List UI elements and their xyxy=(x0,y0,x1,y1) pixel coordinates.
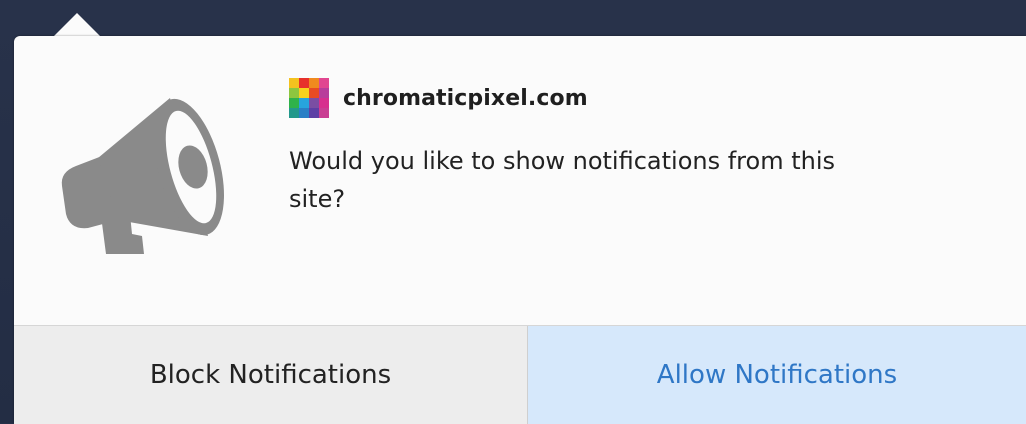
site-identity: chromaticpixel.com xyxy=(289,78,588,118)
site-favicon-icon xyxy=(289,78,329,118)
favicon-tile xyxy=(319,88,329,98)
favicon-tile xyxy=(299,108,309,118)
favicon-tile xyxy=(309,108,319,118)
favicon-tile xyxy=(319,108,329,118)
favicon-tile xyxy=(299,88,309,98)
favicon-tile xyxy=(289,98,299,108)
favicon-tile xyxy=(289,108,299,118)
favicon-tile xyxy=(299,78,309,88)
popup-button-bar: Block Notifications Allow Notifications xyxy=(14,325,1026,424)
favicon-tile xyxy=(309,78,319,88)
favicon-tile xyxy=(319,98,329,108)
site-name: chromaticpixel.com xyxy=(343,85,588,111)
favicon-tile xyxy=(309,88,319,98)
favicon-tile xyxy=(289,88,299,98)
favicon-tile xyxy=(319,78,329,88)
megaphone-icon xyxy=(61,98,224,254)
popup-anchor-arrow xyxy=(53,13,101,37)
notification-permission-popup: chromaticpixel.com Would you like to sho… xyxy=(14,36,1026,424)
favicon-tile xyxy=(309,98,319,108)
allow-notifications-button[interactable]: Allow Notifications xyxy=(528,326,1026,424)
permission-message: Would you like to show notifications fro… xyxy=(289,147,835,213)
favicon-tile xyxy=(299,98,309,108)
block-notifications-button[interactable]: Block Notifications xyxy=(14,326,528,424)
favicon-tile xyxy=(289,78,299,88)
